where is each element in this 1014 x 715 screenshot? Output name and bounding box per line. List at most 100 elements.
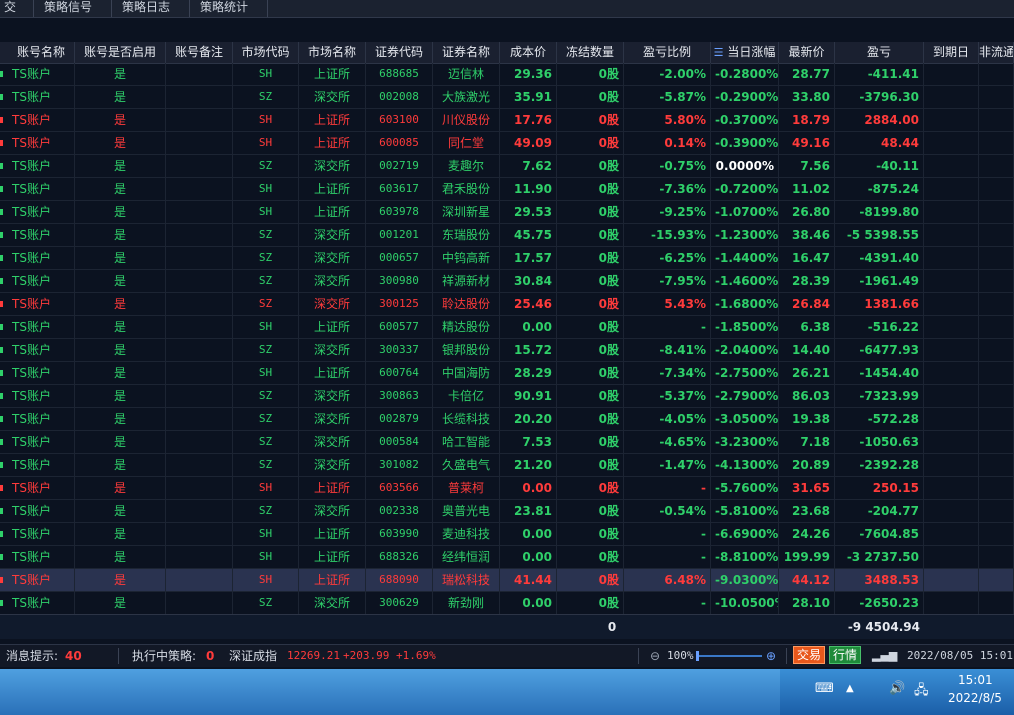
cell-account-note <box>166 201 233 223</box>
zoom-slider-handle[interactable] <box>696 651 699 661</box>
index-value: 12269.21 <box>287 649 340 662</box>
table-row[interactable]: TS账户是 SH 上证所 600577 精达股份 0.00 0股 - -1.8500% 6.38-… <box>0 316 1014 339</box>
quote-button[interactable]: 行情 <box>829 646 862 665</box>
cell-account-name: TS账户 <box>8 63 75 85</box>
col-account-name[interactable]: 账号名称 <box>8 42 75 63</box>
table-row[interactable]: TS账户是 SZ 深交所 001201 东瑞股份 45.75 0股 -15.93% -1.230… <box>0 224 1014 247</box>
cell-account-enabled: 是 <box>75 592 166 614</box>
col-pl-ratio[interactable]: 盈亏比例 <box>624 42 711 63</box>
col-non-tradable[interactable]: 非流通 <box>979 42 1014 63</box>
row-marker <box>0 439 3 445</box>
cell-pl: -411.41 <box>835 63 924 85</box>
table-row[interactable]: TS账户是 SH 上证所 603100 川仪股份 17.76 0股 5.80% -0.3700%… <box>0 109 1014 132</box>
cell-account-name: TS账户 <box>8 362 75 384</box>
cell-day-change: -0.3700% <box>711 109 779 131</box>
tab-strategy-signal[interactable]: 策略信号 <box>34 0 112 17</box>
row-marker <box>0 140 3 146</box>
cell-non-tradable <box>979 477 1014 499</box>
message-count[interactable]: 40 <box>65 645 82 667</box>
table-row[interactable]: TS账户是 SH 上证所 603566 普莱柯 0.00 0股 - -5.7600% 31.65 2… <box>0 477 1014 500</box>
sort-icon[interactable]: ☰ <box>714 46 724 59</box>
col-day-change[interactable]: ☰ 当日涨幅 <box>711 42 779 63</box>
cell-day-change: -2.7500% <box>711 362 779 384</box>
table-row[interactable]: TS账户是 SZ 深交所 002719 麦趣尔 7.62 0股 -0.75% 0.0000% 7.… <box>0 155 1014 178</box>
col-account-note[interactable]: 账号备注 <box>166 42 233 63</box>
col-last-price[interactable]: 最新价 <box>779 42 835 63</box>
cell-non-tradable <box>979 63 1014 85</box>
tab-strategy-log[interactable]: 策略日志 <box>112 0 190 17</box>
col-security-name[interactable]: 证券名称 <box>433 42 500 63</box>
table-row[interactable]: TS账户是 SZ 深交所 300125 聆达股份 25.46 0股 5.43% -1.6800%… <box>0 293 1014 316</box>
volume-icon[interactable]: 🔊 <box>889 681 905 696</box>
col-market-name[interactable]: 市场名称 <box>299 42 366 63</box>
cell-day-change: -8.8100% <box>711 546 779 568</box>
cell-account-note <box>166 500 233 522</box>
table-row[interactable]: TS账户是 SZ 深交所 300980 祥源新材 30.84 0股 -7.95% -1.4600… <box>0 270 1014 293</box>
cell-security-code: 688685 <box>366 63 433 85</box>
col-frozen-qty[interactable]: 冻结数量 <box>557 42 624 63</box>
zoom-slider[interactable] <box>696 655 762 657</box>
cell-account-name: TS账户 <box>8 546 75 568</box>
cell-account-enabled: 是 <box>75 132 166 154</box>
tab-strategy-stats[interactable]: 策略统计 <box>190 0 268 17</box>
cell-account-note <box>166 569 233 591</box>
cell-cost-price: 15.72 <box>500 339 557 361</box>
col-market-code[interactable]: 市场代码 <box>233 42 299 63</box>
table-row[interactable]: TS账户是 SH 上证所 600085 同仁堂 49.09 0股 0.14% -0.3900% 4… <box>0 132 1014 155</box>
tray-expand-icon[interactable]: ▲ <box>846 683 854 694</box>
table-row[interactable]: TS账户是 SZ 深交所 002879 长缆科技 20.20 0股 -4.05% -3.0500… <box>0 408 1014 431</box>
cell-expiry <box>924 339 979 361</box>
cell-frozen-qty: 0股 <box>557 523 624 545</box>
cell-frozen-qty: 0股 <box>557 132 624 154</box>
table-row[interactable]: TS账户是 SH 上证所 688326 经纬恒润 0.00 0股 - -8.8100% 199.9… <box>0 546 1014 569</box>
cell-security-name: 东瑞股份 <box>433 224 500 246</box>
zoom-in-icon[interactable]: ⊕ <box>766 645 776 667</box>
cell-account-name: TS账户 <box>8 201 75 223</box>
table-row[interactable]: TS账户是 SH 上证所 688090 瑞松科技 41.44 0股 6.48% -9.0300%… <box>0 569 1014 592</box>
table-row[interactable]: TS账户是 SZ 深交所 002008 大族激光 35.91 0股 -5.87% -0.2900… <box>0 86 1014 109</box>
cell-market-code: SZ <box>233 500 299 522</box>
cell-non-tradable <box>979 247 1014 269</box>
col-cost-price[interactable]: 成本价 <box>500 42 557 63</box>
col-account-enabled[interactable]: 账号是否启用 <box>75 42 166 63</box>
col-pl[interactable]: 盈亏 <box>835 42 924 63</box>
cell-pl: -3 2737.50 <box>835 546 924 568</box>
tab-trade[interactable]: 交 <box>0 0 34 17</box>
table-row[interactable]: TS账户是 SZ 深交所 301082 久盛电气 21.20 0股 -1.47% -4.1300… <box>0 454 1014 477</box>
cell-market-code: SZ <box>233 431 299 453</box>
table-row[interactable]: TS账户是 SZ 深交所 300863 卡倍亿 90.91 0股 -5.37% -2.7900%… <box>0 385 1014 408</box>
cell-frozen-qty: 0股 <box>557 201 624 223</box>
cell-account-name: TS账户 <box>8 385 75 407</box>
zoom-out-icon[interactable]: ⊖ <box>650 645 660 667</box>
table-row[interactable]: TS账户是 SH 上证所 603990 麦迪科技 0.00 0股 - -6.6900% 24.26… <box>0 523 1014 546</box>
message-label[interactable]: 消息提示: <box>6 645 58 667</box>
taskbar-date[interactable]: 2022/8/5 <box>948 691 1002 705</box>
table-row[interactable]: TS账户是 SH 上证所 603978 深圳新星 29.53 0股 -9.25% -1.0700… <box>0 201 1014 224</box>
cell-security-code: 300337 <box>366 339 433 361</box>
taskbar-time[interactable]: 15:01 <box>958 673 993 687</box>
index-name: 深证成指 <box>229 649 278 663</box>
col-security-code[interactable]: 证券代码 <box>366 42 433 63</box>
table-row[interactable]: TS账户是 SZ 深交所 002338 奥普光电 23.81 0股 -0.54% -5.8100… <box>0 500 1014 523</box>
table-row[interactable]: TS账户是 SZ 深交所 300337 银邦股份 15.72 0股 -8.41% -2.0400… <box>0 339 1014 362</box>
keyboard-icon[interactable]: ⌨ <box>815 681 834 696</box>
cell-last-price: 20.89 <box>779 454 835 476</box>
cell-expiry <box>924 132 979 154</box>
network-icon[interactable]: 🖧 <box>914 681 929 703</box>
table-row[interactable]: TS账户是 SZ 深交所 000657 中钨高新 17.57 0股 -6.25% -1.4400… <box>0 247 1014 270</box>
cell-pl-ratio: - <box>624 546 711 568</box>
cell-cost-price: 0.00 <box>500 523 557 545</box>
table-row[interactable]: TS账户是 SZ深交所300629新劲刚0.000股--10.0500%28.10… <box>0 592 1014 615</box>
cell-pl: 2884.00 <box>835 109 924 131</box>
row-marker <box>0 209 3 215</box>
table-row[interactable]: TS账户是 SH 上证所 688685 迈信林 29.36 0股 -2.00% -0.2800%… <box>0 63 1014 86</box>
col-expiry[interactable]: 到期日 <box>924 42 979 63</box>
trade-button[interactable]: 交易 <box>793 646 826 665</box>
cell-non-tradable <box>979 362 1014 384</box>
table-row[interactable]: TS账户是 SZ 深交所 000584 哈工智能 7.53 0股 -4.65% -3.2300%… <box>0 431 1014 454</box>
cell-account-enabled: 是 <box>75 63 166 85</box>
cell-pl-ratio: - <box>624 477 711 499</box>
cell-expiry <box>924 224 979 246</box>
table-row[interactable]: TS账户是 SH 上证所 603617 君禾股份 11.90 0股 -7.36% -0.7200… <box>0 178 1014 201</box>
table-row[interactable]: TS账户是 SH 上证所 600764 中国海防 28.29 0股 -7.34% -2.7500… <box>0 362 1014 385</box>
